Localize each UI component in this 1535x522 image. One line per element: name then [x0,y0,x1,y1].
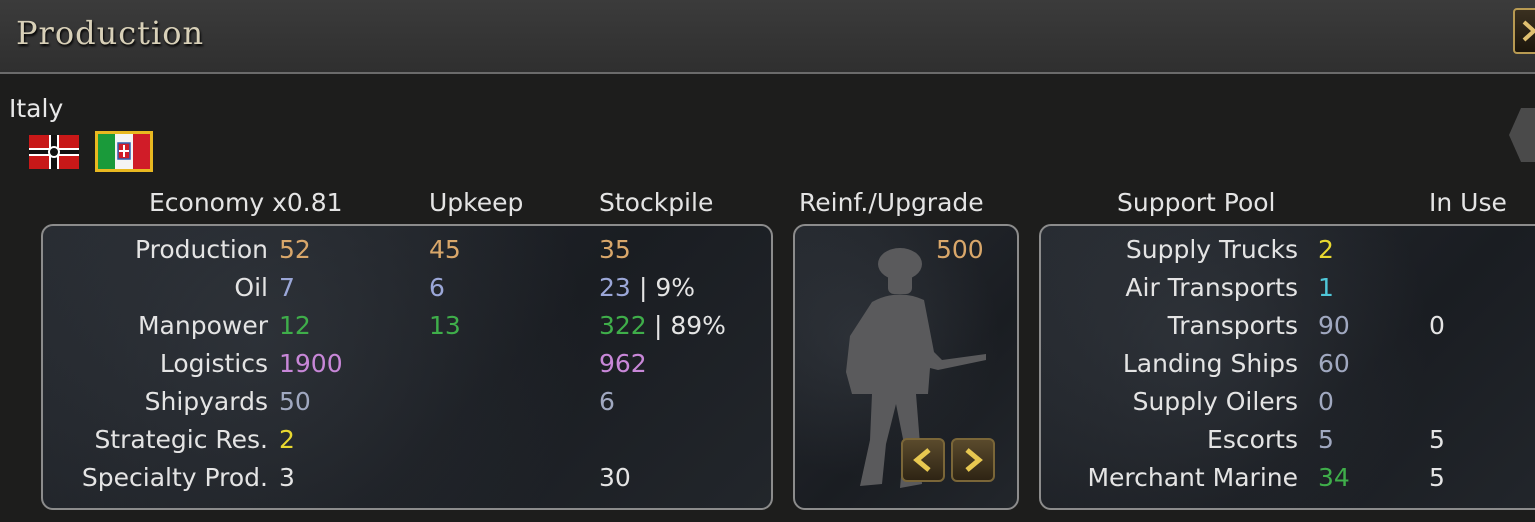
supply-oilers-pool: 0 [1318,387,1334,416]
stockpile-header: Stockpile [599,188,714,217]
side-expand-tab[interactable] [1509,108,1535,162]
in-use-header: In Use [1429,188,1507,217]
production-stockpile: 35 [599,235,631,264]
chevron-right-icon [1522,20,1535,42]
production-value: 52 [279,235,311,264]
prev-upgrade-button[interactable] [901,438,945,482]
economy-header: Economy x0.81 [149,188,343,217]
manpower-value: 12 [279,311,311,340]
transports-pool: 90 [1318,311,1350,340]
window-title: Production [16,14,205,52]
country-name: Italy [9,94,64,123]
chevron-right-icon [965,448,983,472]
specialty-prod-value: 3 [279,463,295,492]
escorts-pool: 5 [1318,425,1334,454]
italy-flag-icon[interactable] [95,131,153,172]
merchant-marine-pool: 34 [1318,463,1350,492]
merchant-marine-in-use: 5 [1429,463,1445,492]
specialty-prod-stockpile: 30 [599,463,631,492]
oil-label: Oil [234,273,268,302]
chevron-left-icon [913,448,931,472]
production-label: Production [134,235,268,264]
air-transports-label: Air Transports [1125,273,1298,302]
transports-label: Transports [1167,311,1298,340]
landing-ships-label: Landing Ships [1122,349,1298,378]
logistics-value: 1900 [279,349,343,378]
support-pool-header: Support Pool [1117,188,1276,217]
shipyards-label: Shipyards [144,387,268,416]
close-button[interactable] [1513,8,1535,54]
supply-oilers-label: Supply Oilers [1132,387,1298,416]
specialty-prod-label: Specialty Prod. [81,463,268,492]
manpower-stockpile-percent: | 89% [654,311,726,340]
shipyards-stockpile: 6 [599,387,615,416]
production-upkeep: 45 [429,235,461,264]
supply-trucks-pool: 2 [1318,235,1334,264]
window-titlebar: Production [0,0,1535,74]
merchant-marine-label: Merchant Marine [1087,463,1298,492]
oil-value: 7 [279,273,295,302]
logistics-label: Logistics [159,349,268,378]
manpower-stockpile: 322 [599,311,647,340]
oil-stockpile: 23 [599,273,631,302]
air-transports-pool: 1 [1318,273,1334,302]
reinforcement-header: Reinf./Upgrade [799,188,984,217]
transports-in-use: 0 [1429,311,1445,340]
escorts-in-use: 5 [1429,425,1445,454]
oil-upkeep: 6 [429,273,445,302]
landing-ships-pool: 60 [1318,349,1350,378]
oil-stockpile-percent: | 9% [639,273,696,302]
strategic-res-value: 2 [279,425,295,454]
logistics-stockpile: 962 [599,349,647,378]
shipyards-value: 50 [279,387,311,416]
manpower-upkeep: 13 [429,311,461,340]
germany-flag-icon[interactable] [29,135,79,169]
manpower-label: Manpower [137,311,268,340]
supply-trucks-label: Supply Trucks [1125,235,1298,264]
escorts-label: Escorts [1207,425,1298,454]
next-upgrade-button[interactable] [951,438,995,482]
strategic-res-label: Strategic Res. [94,425,268,454]
upkeep-header: Upkeep [429,188,524,217]
